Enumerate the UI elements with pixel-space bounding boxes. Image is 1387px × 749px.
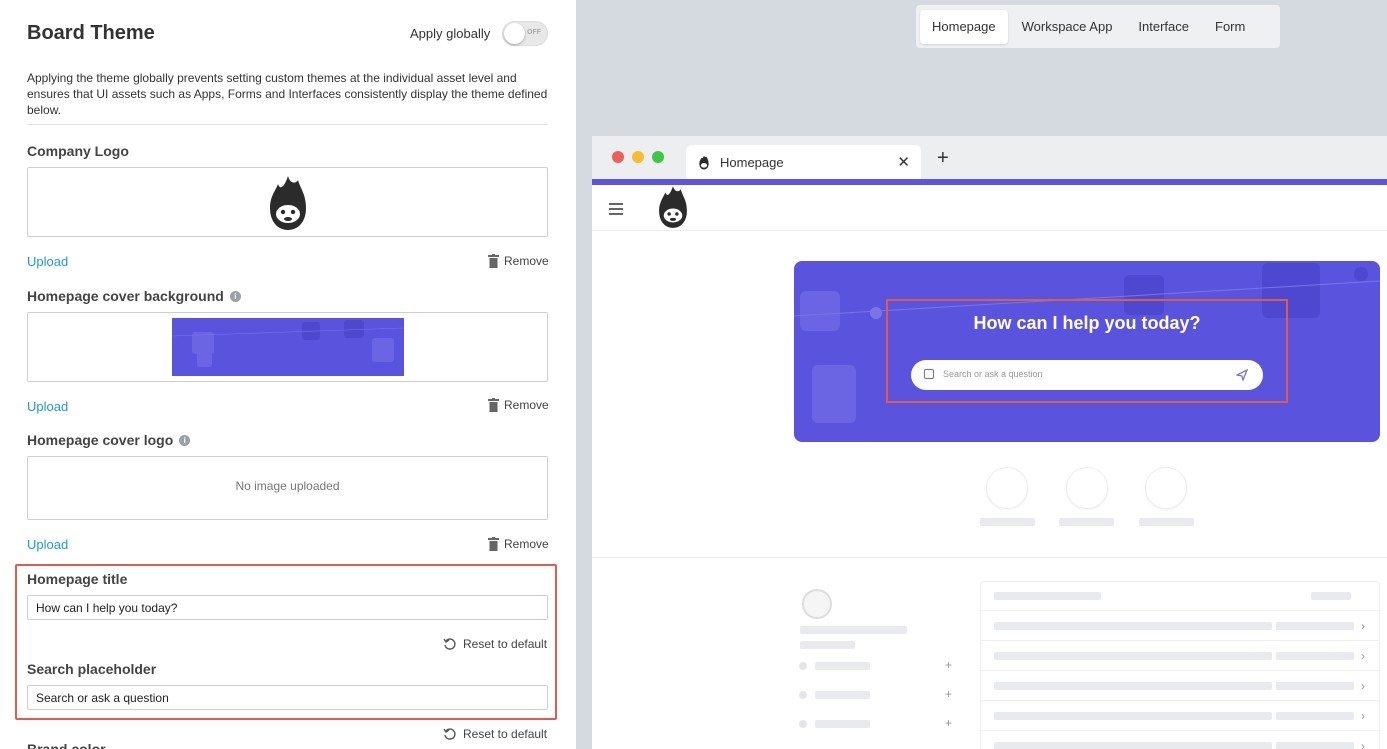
- placeholder-bar: [1139, 518, 1194, 526]
- window-minimize-dot: [632, 151, 644, 163]
- remove-cover-background-button[interactable]: Remove: [488, 398, 549, 412]
- panel-title: Board Theme: [27, 22, 155, 44]
- placeholder-bar: [815, 662, 870, 670]
- apply-globally-toggle[interactable]: OFF: [502, 21, 548, 46]
- apply-globally-label: Apply globally: [410, 26, 491, 41]
- list-dot: [799, 720, 807, 728]
- list-row[interactable]: ›: [981, 700, 1379, 730]
- window-maximize-dot: [652, 151, 664, 163]
- user-icon: [802, 589, 832, 619]
- list-row[interactable]: ›: [981, 610, 1379, 640]
- upload-company-logo-link[interactable]: Upload: [27, 254, 68, 269]
- placeholder-bar: [1311, 592, 1351, 600]
- cover-background-label: Homepage cover background i: [27, 288, 241, 304]
- chevron-right-icon: ›: [1361, 649, 1365, 663]
- placeholder-bar: [994, 592, 1101, 600]
- window-close-dot: [612, 151, 624, 163]
- reset-label: Reset to default: [463, 727, 548, 741]
- remove-company-logo-button[interactable]: Remove: [488, 254, 549, 268]
- tab-workspace-app[interactable]: Workspace App: [1010, 10, 1125, 44]
- no-image-text: No image uploaded: [235, 479, 340, 493]
- menu-icon[interactable]: [609, 203, 623, 218]
- info-icon[interactable]: i: [179, 434, 191, 446]
- list-row[interactable]: ›: [981, 670, 1379, 700]
- plus-icon[interactable]: +: [945, 716, 952, 730]
- info-icon[interactable]: i: [229, 290, 241, 302]
- reset-label: Reset to default: [463, 637, 548, 651]
- theme-description: Applying the theme globally prevents set…: [27, 71, 548, 117]
- chevron-right-icon: ›: [1361, 619, 1365, 633]
- placeholder-bar: [815, 691, 870, 699]
- remove-label: Remove: [504, 254, 549, 268]
- browser-preview: Homepage ✕ + How can I help you today? S…: [592, 136, 1387, 749]
- reset-search-placeholder-button[interactable]: Reset to default: [443, 727, 547, 741]
- placeholder-bar: [815, 720, 870, 728]
- tab-homepage[interactable]: Homepage: [920, 9, 1008, 44]
- toggle-knob: [504, 23, 525, 44]
- browser-tab-title: Homepage: [720, 154, 784, 170]
- brand-accent-bar: [592, 179, 1387, 185]
- search-placeholder-label: Search placeholder: [27, 661, 157, 677]
- chevron-right-icon: ›: [1361, 739, 1365, 749]
- reset-icon: [443, 728, 456, 740]
- cover-highlight-box: [886, 299, 1288, 403]
- plus-icon[interactable]: +: [945, 687, 952, 701]
- flame-monkey-favicon: [699, 155, 709, 170]
- remove-cover-logo-button[interactable]: Remove: [488, 537, 549, 551]
- list-row[interactable]: ›: [981, 730, 1379, 749]
- toggle-state-text: OFF: [527, 29, 541, 36]
- placeholder-bar: [800, 626, 907, 634]
- tab-interface[interactable]: Interface: [1126, 10, 1201, 44]
- browser-tab[interactable]: Homepage ✕: [686, 145, 921, 179]
- company-logo-label: Company Logo: [27, 143, 129, 159]
- placeholder-bar: [1059, 518, 1114, 526]
- plus-icon[interactable]: +: [937, 148, 949, 168]
- flame-monkey-logo: [659, 186, 687, 228]
- list-dot: [799, 662, 807, 670]
- placeholder-bar: [800, 641, 855, 649]
- homepage-title-input[interactable]: [27, 595, 548, 620]
- tab-form[interactable]: Form: [1203, 10, 1257, 44]
- chevron-right-icon: ›: [1361, 679, 1365, 693]
- trash-icon: [488, 537, 499, 551]
- list-dot: [799, 691, 807, 699]
- brand-color-label: Brand color: [27, 741, 106, 749]
- reset-homepage-title-button[interactable]: Reset to default: [443, 637, 547, 651]
- remove-label: Remove: [504, 398, 549, 412]
- browser-chrome: Homepage ✕ +: [592, 136, 1387, 179]
- cover-logo-preview: No image uploaded: [27, 456, 548, 520]
- quick-link-circle[interactable]: [986, 467, 1028, 509]
- quick-link-circle[interactable]: [1145, 467, 1187, 509]
- cover-background-thumbnail: [172, 318, 404, 376]
- close-icon[interactable]: ✕: [897, 153, 910, 171]
- cover-background-preview: [27, 312, 548, 382]
- remove-label: Remove: [504, 537, 549, 551]
- preview-tabs: Homepage Workspace App Interface Form: [916, 5, 1280, 48]
- trash-icon: [488, 254, 499, 268]
- nav-divider: [592, 230, 1387, 231]
- trash-icon: [488, 398, 499, 412]
- search-placeholder-input[interactable]: [27, 685, 548, 710]
- chevron-right-icon: ›: [1361, 709, 1365, 723]
- company-logo-preview: [27, 167, 548, 237]
- upload-cover-background-link[interactable]: Upload: [27, 399, 68, 414]
- placeholder-bar: [980, 518, 1035, 526]
- list-row[interactable]: ›: [981, 640, 1379, 670]
- reset-icon: [443, 638, 456, 650]
- section-divider: [592, 557, 1387, 558]
- upload-cover-logo-link[interactable]: Upload: [27, 537, 68, 552]
- plus-icon[interactable]: +: [945, 658, 952, 672]
- flame-monkey-logo: [270, 176, 306, 230]
- theme-settings-panel: Board Theme Apply globally OFF Applying …: [0, 0, 576, 749]
- homepage-title-label: Homepage title: [27, 571, 128, 587]
- cover-logo-label: Homepage cover logo i: [27, 432, 191, 448]
- divider: [27, 124, 548, 125]
- list-card: › › › › ›: [980, 581, 1380, 749]
- quick-link-circle[interactable]: [1066, 467, 1108, 509]
